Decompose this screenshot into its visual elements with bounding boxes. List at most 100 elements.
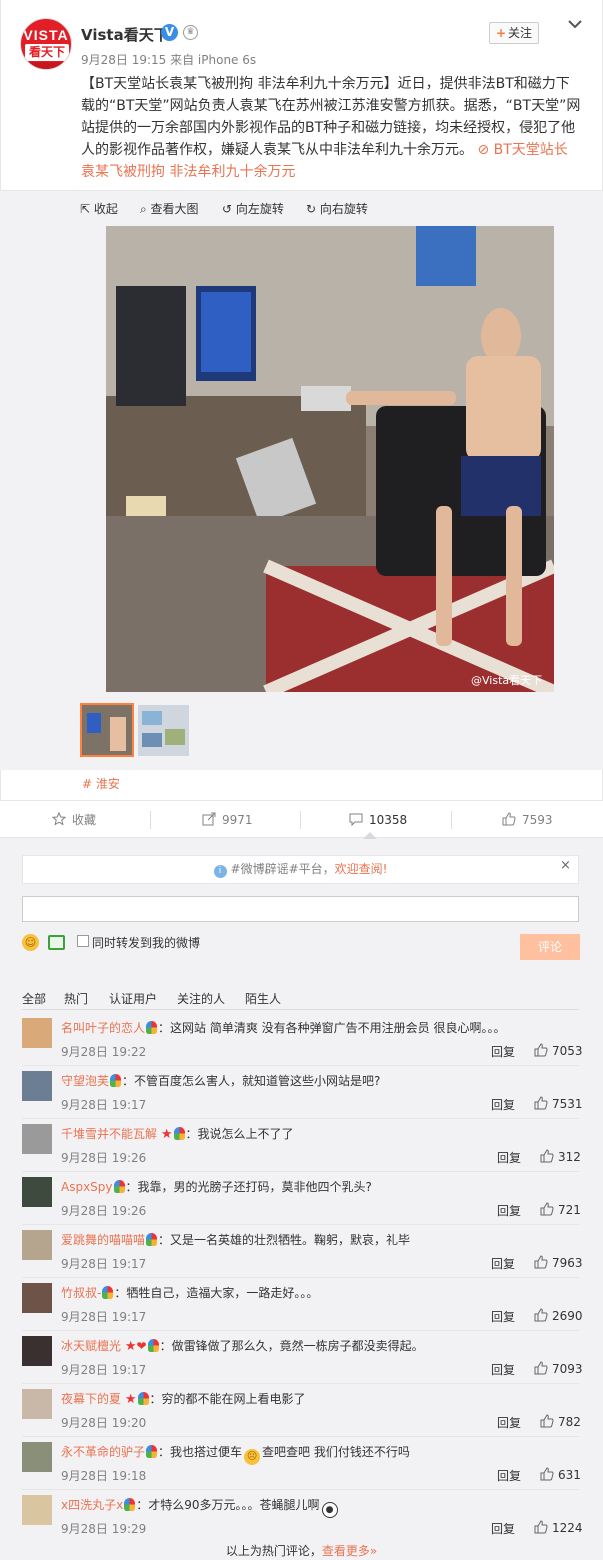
comment-text: ：不管百度怎么害人，就知道管这些小网站是吧? xyxy=(122,1074,381,1088)
thumbs-up-icon xyxy=(534,1043,548,1057)
commenter-avatar[interactable] xyxy=(22,1442,52,1472)
collapse-button[interactable]: ⇱ 收起 xyxy=(80,200,118,217)
tab-all[interactable]: 全部 xyxy=(22,990,46,1007)
thumbnail-2[interactable] xyxy=(138,705,189,756)
star-outline-icon xyxy=(51,811,67,826)
comments-pointer xyxy=(363,832,377,839)
comment-like-button[interactable]: 631 xyxy=(540,1467,581,1482)
avatar-logo-text: VISTA xyxy=(23,27,69,43)
location-tag[interactable]: # 淮安 xyxy=(82,775,120,792)
commenter-name[interactable]: x四洗丸子x xyxy=(61,1498,123,1512)
rotate-left-button[interactable]: ↺ 向左旋转 xyxy=(222,200,284,217)
thumbnail-2-image xyxy=(138,705,189,756)
reply-button[interactable]: 回复 xyxy=(497,1414,521,1431)
commenter-name[interactable]: 守望泡芙 xyxy=(61,1074,109,1088)
reply-button[interactable]: 回复 xyxy=(491,1308,515,1325)
comment-like-button[interactable]: 7963 xyxy=(534,1255,583,1270)
emoji-icon[interactable]: ☺ xyxy=(22,934,39,951)
comment-like-count: 1224 xyxy=(552,1521,583,1535)
comment-like-count: 7093 xyxy=(552,1362,583,1376)
commenter-name[interactable]: 爱跳舞的喵喵喵 xyxy=(61,1233,145,1247)
comment-submit-button[interactable]: 评论 xyxy=(520,934,580,960)
comment-row: 爱跳舞的喵喵喵 ：又是一名英雄的壮烈牺牲。鞠躬，默哀，礼毕 9月28日 19:17… xyxy=(22,1225,583,1278)
follow-button[interactable]: + 关注 xyxy=(489,22,539,44)
post-photo[interactable]: @Vista看天下 xyxy=(106,226,554,692)
tab-hot[interactable]: 热门 xyxy=(64,990,88,1007)
commenter-avatar[interactable] xyxy=(22,1071,52,1101)
comment-like-button[interactable]: 312 xyxy=(540,1149,581,1164)
favorite-button[interactable]: 收藏 xyxy=(51,801,96,839)
comment-button[interactable]: 10358 xyxy=(349,801,407,839)
commenter-name[interactable]: 竹叔叔- xyxy=(61,1286,101,1300)
comment-text: ：才特么90多万元。。。苍蝇腿儿啊 xyxy=(136,1498,320,1512)
reply-button[interactable]: 回复 xyxy=(491,1255,515,1272)
comment-like-button[interactable]: 1224 xyxy=(534,1520,583,1535)
reply-button[interactable]: 回复 xyxy=(491,1043,515,1060)
tab-strangers[interactable]: 陌生人 xyxy=(245,990,281,1007)
like-button[interactable]: 7593 xyxy=(502,801,553,839)
forward-button[interactable]: 9971 xyxy=(202,801,253,839)
comment-filter-tabs: 全部 热门 认证用户 关注的人 陌生人 xyxy=(22,990,322,1006)
chevron-down-icon[interactable] xyxy=(566,15,584,33)
repost-label: 同时转发到我的微博 xyxy=(92,936,201,950)
commenter-name[interactable]: 冰天赋檀光 xyxy=(61,1339,121,1353)
commenter-avatar[interactable] xyxy=(22,1018,52,1048)
commenter-name[interactable]: 名叫叶子的恋人 xyxy=(61,1021,145,1035)
comment-input[interactable] xyxy=(22,896,579,922)
thumbs-up-icon xyxy=(534,1255,548,1269)
reply-button[interactable]: 回复 xyxy=(497,1149,521,1166)
comment-row: x四洗丸子x ：才特么90多万元。。。苍蝇腿儿啊 ● 9月28日 19:29 回复 … xyxy=(22,1490,583,1543)
rotate-right-icon: ↻ xyxy=(306,202,320,216)
commenter-name[interactable]: 永不革命的驴子 xyxy=(61,1445,145,1459)
avatar-logo-strip xyxy=(21,62,71,69)
repost-checkbox[interactable] xyxy=(77,935,89,947)
colorful-balloon-icon xyxy=(147,1339,159,1352)
account-name[interactable]: Vista看天下 xyxy=(81,24,169,45)
commenter-name[interactable]: AspxSpy xyxy=(61,1180,113,1194)
reply-button[interactable]: 回复 xyxy=(497,1467,521,1484)
commenter-name[interactable]: 夜幕下的夏 xyxy=(61,1392,121,1406)
reply-button[interactable]: 回复 xyxy=(491,1361,515,1378)
comment-like-button[interactable]: 7053 xyxy=(534,1043,583,1058)
commenter-name[interactable]: 千堆雪并不能瓦解 xyxy=(61,1127,157,1141)
rotate-right-button[interactable]: ↻ 向右旋转 xyxy=(306,200,368,217)
commenter-avatar[interactable] xyxy=(22,1283,52,1313)
rotate-left-icon: ↺ xyxy=(222,202,236,216)
hash-icon: # xyxy=(82,777,96,791)
thumbs-up-icon xyxy=(534,1308,548,1322)
comment-like-count: 7053 xyxy=(552,1044,583,1058)
commenter-avatar[interactable] xyxy=(22,1230,52,1260)
comment-like-button[interactable]: 721 xyxy=(540,1202,581,1217)
image-icon[interactable] xyxy=(48,935,65,950)
thumbs-up-icon xyxy=(502,812,516,826)
colorful-balloon-icon xyxy=(124,1498,136,1511)
comment-text: ：我说怎么上不了了 xyxy=(185,1127,294,1141)
action-divider xyxy=(451,811,452,829)
commenter-avatar[interactable] xyxy=(22,1177,52,1207)
comment-like-button[interactable]: 7531 xyxy=(534,1096,583,1111)
close-icon[interactable]: × xyxy=(560,858,571,873)
comment-count: 10358 xyxy=(369,813,408,827)
commenter-avatar[interactable] xyxy=(22,1336,52,1366)
comment-like-button[interactable]: 2690 xyxy=(534,1308,583,1323)
view-large-button[interactable]: ⌕ 查看大图 xyxy=(140,200,199,217)
comment-like-button[interactable]: 782 xyxy=(540,1414,581,1429)
reply-button[interactable]: 回复 xyxy=(491,1096,515,1113)
colorful-balloon-icon xyxy=(146,1445,158,1458)
comment-icon xyxy=(349,813,363,827)
action-divider xyxy=(150,811,151,829)
reply-button[interactable]: 回复 xyxy=(491,1520,515,1537)
commenter-avatar[interactable] xyxy=(22,1124,52,1154)
account-avatar[interactable]: VISTA 看天下 xyxy=(20,18,72,70)
colorful-balloon-icon xyxy=(113,1180,125,1193)
tab-verified[interactable]: 认证用户 xyxy=(109,990,157,1007)
commenter-avatar[interactable] xyxy=(22,1495,52,1525)
comment-like-button[interactable]: 7093 xyxy=(534,1361,583,1376)
notice-link[interactable]: 欢迎查阅! xyxy=(335,862,388,876)
commenter-avatar[interactable] xyxy=(22,1389,52,1419)
star-icon: ★ xyxy=(124,1392,137,1407)
tab-following[interactable]: 关注的人 xyxy=(177,990,225,1007)
thumbnail-1[interactable] xyxy=(80,703,134,757)
more-comments-link[interactable]: 查看更多» xyxy=(322,1544,377,1558)
reply-button[interactable]: 回复 xyxy=(497,1202,521,1219)
